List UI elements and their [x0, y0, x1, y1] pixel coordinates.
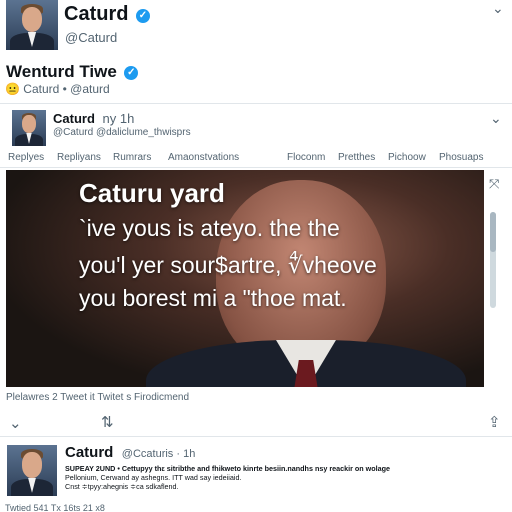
tab-pichoow[interactable]: Pichoow — [388, 152, 426, 163]
second-tweet-line: Pellonium, Cerwand ay ashegns. ITT wad s… — [65, 473, 242, 482]
profile-name[interactable]: Caturd — [64, 3, 128, 25]
tab-rumrars[interactable]: Rumrars — [113, 152, 151, 163]
tab-amaonstvations[interactable]: Amaonstvations — [168, 152, 239, 163]
card-handle[interactable]: @Caturd @daliclume_thwisprs — [53, 127, 191, 138]
profile-name-row: Caturd ✓ — [64, 3, 150, 26]
reply-chevron-icon[interactable]: ⌄ — [9, 414, 22, 432]
verified-icon: ✓ — [124, 65, 139, 80]
divider — [0, 167, 512, 168]
collapse-icon[interactable]: ⤧ — [489, 176, 499, 192]
tab-replies[interactable]: Replyes — [8, 152, 44, 163]
video-caption-line: you borest mi a "thoe mat. — [79, 285, 347, 311]
scrollbar-thumb[interactable] — [490, 212, 496, 252]
tweet-stats: Plelawres 2 Tweet it Twitet s Firodicmen… — [6, 392, 190, 403]
second-tweet-avatar[interactable] — [7, 445, 57, 496]
second-tweet-meta: @Ccaturis · 1h — [121, 448, 196, 460]
divider — [0, 103, 512, 104]
second-tweet-body: SUPEAY 2UND • Cettupyy thε sitribthe and… — [65, 464, 505, 491]
share-icon[interactable]: ⇪ — [488, 413, 501, 431]
tweet-subline: 😐 Caturd • @aturd — [5, 82, 110, 96]
tweet-sub-handle[interactable]: Caturd • @aturd — [23, 82, 109, 96]
more-options-chevron-icon[interactable]: ⌄ — [492, 0, 504, 17]
retweet-icon[interactable]: ⇅ — [101, 413, 114, 431]
video-title: Caturu yard — [79, 178, 225, 208]
second-tweet-name[interactable]: Caturd — [65, 444, 113, 461]
card-avatar[interactable] — [12, 110, 46, 146]
emoji-icon: 😐 — [5, 82, 20, 96]
tab-phosuaps[interactable]: Phosuaps — [439, 152, 483, 163]
video-caption-line: `ive yous is ateyo. the the — [79, 215, 340, 241]
video-caption-line: you'l yer sour$artre, ∜vheove — [79, 252, 377, 278]
tweet-title: Wenturd Tiwe — [6, 62, 117, 81]
tab-floconm[interactable]: Floconm — [287, 152, 325, 163]
second-tweet-header: Caturd @Ccaturis · 1h — [65, 444, 195, 462]
second-tweet-line: SUPEAY 2UND • Cettupyy thε sitribthe and… — [65, 464, 391, 473]
tab-repliyans[interactable]: Repliyans — [57, 152, 101, 163]
verified-icon: ✓ — [135, 8, 150, 23]
profile-handle[interactable]: @Caturd — [65, 30, 117, 45]
tweet-title-row: Wenturd Tiwe ✓ — [6, 62, 139, 82]
card-name-row: Caturd ny 1h — [53, 111, 134, 126]
video-player[interactable]: Caturu yard `ive yous is ateyo. the the … — [6, 170, 484, 387]
bottom-stats: Twtied 541 Tx 16ts 21 x8 — [5, 503, 105, 512]
profile-avatar[interactable] — [6, 0, 58, 50]
card-chevron-icon[interactable]: ⌄ — [490, 110, 502, 127]
card-time: ny 1h — [102, 111, 135, 126]
tab-pretthes[interactable]: Pretthes — [338, 152, 375, 163]
card-name[interactable]: Caturd — [53, 111, 95, 126]
divider — [0, 436, 512, 437]
second-tweet-line: Cnst ≑tpyy:ahegnis ≑ca sdkaflend. — [65, 482, 179, 491]
